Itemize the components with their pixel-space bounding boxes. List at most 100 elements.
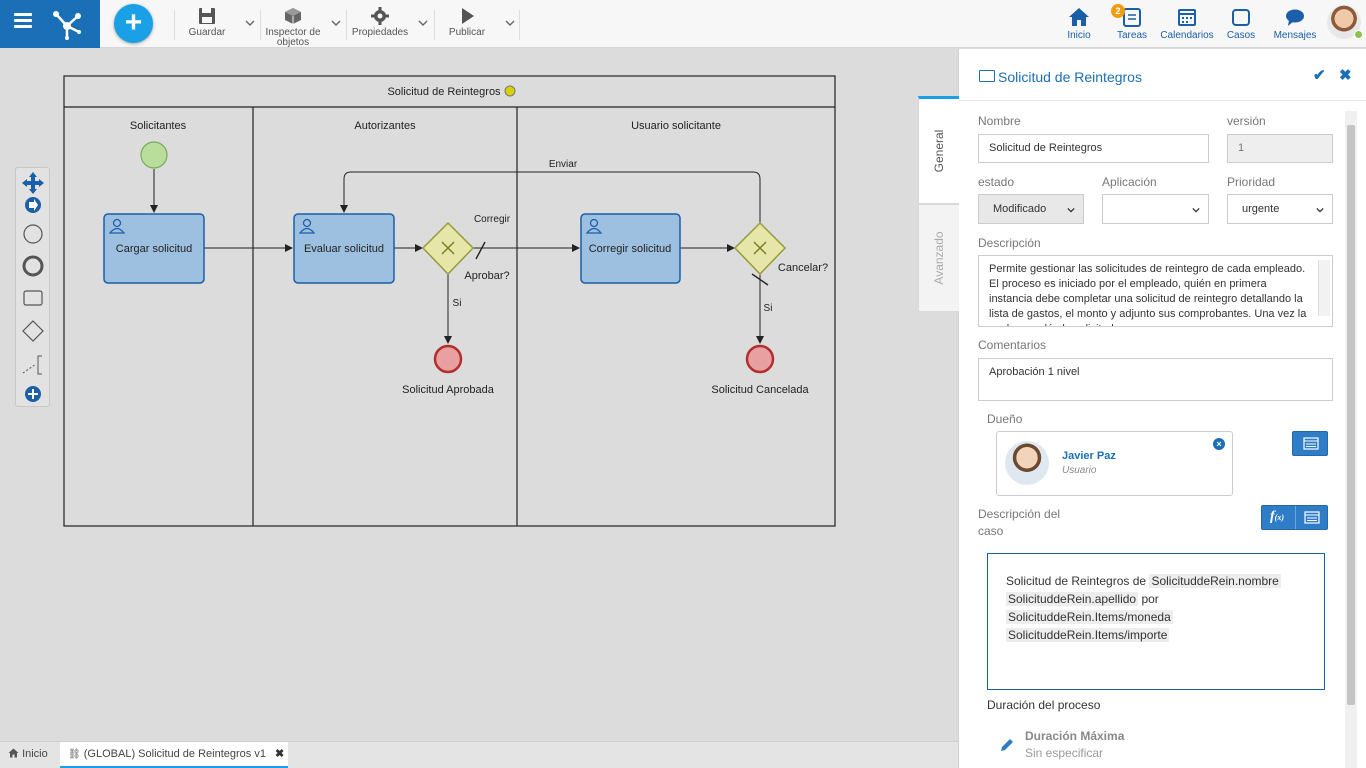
nav-messages-label: Mensajes bbox=[1273, 30, 1317, 41]
nav-calendars-label: Calendarios bbox=[1160, 30, 1214, 41]
publish-button[interactable]: Publicar bbox=[446, 6, 488, 46]
state-select[interactable]: Modificado bbox=[978, 194, 1084, 224]
description-textarea[interactable]: Permite gestionar las solicitudes de rei… bbox=[978, 255, 1333, 327]
chevron-down-icon bbox=[1067, 207, 1075, 213]
scrollbar-thumb[interactable] bbox=[1347, 125, 1355, 705]
case-desc-text: Solicitud de Reintegros de bbox=[1006, 574, 1147, 588]
remove-owner-icon[interactable]: × bbox=[1213, 438, 1225, 450]
pool-title: Solicitud de Reintegros bbox=[387, 86, 501, 98]
cases-icon bbox=[1232, 9, 1250, 26]
owner-label: Dueño bbox=[987, 412, 1023, 426]
comments-value: Aprobación 1 nivel bbox=[989, 366, 1080, 378]
play-icon bbox=[462, 8, 474, 24]
calendar-icon bbox=[1178, 9, 1196, 26]
toolbar-separator bbox=[260, 10, 261, 40]
nav-messages[interactable]: Mensajes bbox=[1272, 6, 1318, 41]
function-icon[interactable]: f(x) bbox=[1270, 509, 1284, 525]
properties-button[interactable]: Propiedades bbox=[350, 6, 410, 46]
task-cargar-solicitud[interactable]: Cargar solicitud bbox=[103, 213, 205, 284]
home-icon bbox=[8, 748, 19, 758]
select-owner-button[interactable] bbox=[1292, 431, 1328, 456]
gear-icon bbox=[371, 7, 389, 25]
properties-panel: General Avanzado Solicitud de Reintegros… bbox=[918, 49, 1366, 768]
top-bar: + Guardar Inspector de objetos Propiedad… bbox=[0, 0, 1366, 48]
app-select[interactable] bbox=[1102, 194, 1209, 224]
window-icon bbox=[979, 70, 995, 82]
chevron-down-icon[interactable] bbox=[418, 18, 428, 28]
name-input[interactable]: Solicitud de Reintegros bbox=[978, 134, 1209, 163]
close-icon[interactable]: ✖ bbox=[275, 748, 284, 760]
tasks-icon bbox=[1123, 8, 1141, 27]
gateway-label: Cancelar? bbox=[778, 262, 828, 274]
chevron-down-icon[interactable] bbox=[331, 18, 341, 28]
variable-token: SolicituddeRein.nombre bbox=[1149, 574, 1281, 588]
version-field: 1 bbox=[1227, 134, 1333, 163]
tab-general[interactable]: General bbox=[918, 96, 959, 204]
list-icon bbox=[1303, 437, 1319, 450]
chevron-down-icon bbox=[1316, 207, 1324, 213]
toolbar-separator bbox=[346, 10, 347, 40]
owner-card[interactable]: Javier Paz Usuario × bbox=[996, 431, 1233, 496]
flow-label: Si bbox=[764, 303, 773, 314]
home-icon bbox=[1069, 8, 1089, 26]
pencil-icon[interactable] bbox=[999, 737, 1015, 753]
tab-advanced[interactable]: Avanzado bbox=[918, 204, 959, 312]
tab-current-label: (GLOBAL) Solicitud de Reintegros v1 bbox=[83, 748, 266, 760]
save-button[interactable]: Guardar bbox=[186, 6, 228, 46]
comments-label: Comentarios bbox=[978, 338, 1047, 352]
chevron-down-icon[interactable] bbox=[505, 18, 515, 28]
panel-scrollbar[interactable] bbox=[1345, 111, 1357, 768]
task-label: Evaluar solicitud bbox=[304, 243, 384, 255]
task-evaluar-solicitud[interactable]: Evaluar solicitud bbox=[293, 213, 395, 284]
publish-label: Publicar bbox=[448, 27, 486, 38]
nav-home[interactable]: Inicio bbox=[1063, 6, 1095, 41]
close-icon[interactable]: ✖ bbox=[1339, 66, 1352, 84]
app-label: Aplicación bbox=[1102, 175, 1157, 189]
add-button[interactable]: + bbox=[114, 4, 153, 43]
flow-label: Si bbox=[453, 298, 462, 309]
nav-home-label: Inicio bbox=[1067, 30, 1091, 41]
toolbar-separator bbox=[434, 10, 435, 40]
panel-title: Solicitud de Reintegros bbox=[998, 69, 1142, 85]
chevron-down-icon bbox=[1192, 207, 1200, 213]
bpmn-diagram: Solicitud de Reintegros Solicitantes Aut… bbox=[63, 75, 836, 527]
max-duration-label: Duración Máxima bbox=[1025, 729, 1125, 743]
tab-current-process[interactable]: ⛓ (GLOBAL) Solicitud de Reintegros v1 ✖ bbox=[60, 742, 288, 768]
nav-calendars[interactable]: Calendarios bbox=[1159, 6, 1215, 41]
chat-icon bbox=[1286, 9, 1304, 26]
end-event-cancelada[interactable] bbox=[745, 344, 775, 374]
start-event[interactable] bbox=[140, 141, 168, 169]
case-desc-label-1: Descripción del bbox=[978, 507, 1061, 521]
end-event-aprobada[interactable] bbox=[433, 344, 463, 374]
textarea-scrollbar[interactable] bbox=[1318, 260, 1330, 316]
owner-role: Usuario bbox=[1062, 465, 1097, 476]
logo-icon[interactable] bbox=[50, 8, 84, 40]
object-inspector-button[interactable]: Inspector de objetos bbox=[262, 6, 324, 48]
nav-tasks-label: Tareas bbox=[1116, 30, 1147, 41]
case-description-editor[interactable]: Solicitud de Reintegros de SolicituddeRe… bbox=[987, 553, 1325, 690]
lane-title: Solicitantes bbox=[130, 120, 187, 132]
task-label: Corregir solicitud bbox=[589, 243, 672, 255]
variable-token: SolicituddeRein.Items/moneda bbox=[1006, 610, 1173, 624]
priority-select[interactable]: urgente bbox=[1227, 194, 1333, 224]
pool[interactable] bbox=[63, 75, 836, 527]
nav-tasks[interactable]: Tareas 2 bbox=[1111, 4, 1149, 41]
case-desc-text: por bbox=[1141, 592, 1159, 606]
properties-label: Propiedades bbox=[351, 27, 409, 38]
nav-cases[interactable]: Casos bbox=[1224, 6, 1258, 41]
diagram-canvas[interactable]: Solicitud de Reintegros Solicitantes Aut… bbox=[0, 49, 958, 741]
list-icon[interactable] bbox=[1296, 506, 1328, 530]
version-label: versión bbox=[1227, 114, 1266, 128]
confirm-icon[interactable]: ✔ bbox=[1313, 66, 1326, 84]
tab-home[interactable]: Inicio bbox=[0, 742, 58, 768]
max-duration-value: Sin especificar bbox=[1025, 746, 1104, 760]
priority-value: urgente bbox=[1242, 203, 1280, 215]
state-value: Modificado bbox=[993, 203, 1047, 215]
chevron-down-icon[interactable] bbox=[245, 18, 255, 28]
tab-advanced-label: Avanzado bbox=[932, 231, 946, 285]
end-event-label: Solicitud Cancelada bbox=[711, 384, 809, 396]
task-corregir-solicitud[interactable]: Corregir solicitud bbox=[580, 213, 681, 284]
menu-icon[interactable] bbox=[14, 13, 32, 29]
save-label: Guardar bbox=[188, 27, 226, 38]
comments-textarea[interactable]: Aprobación 1 nivel bbox=[978, 358, 1333, 401]
